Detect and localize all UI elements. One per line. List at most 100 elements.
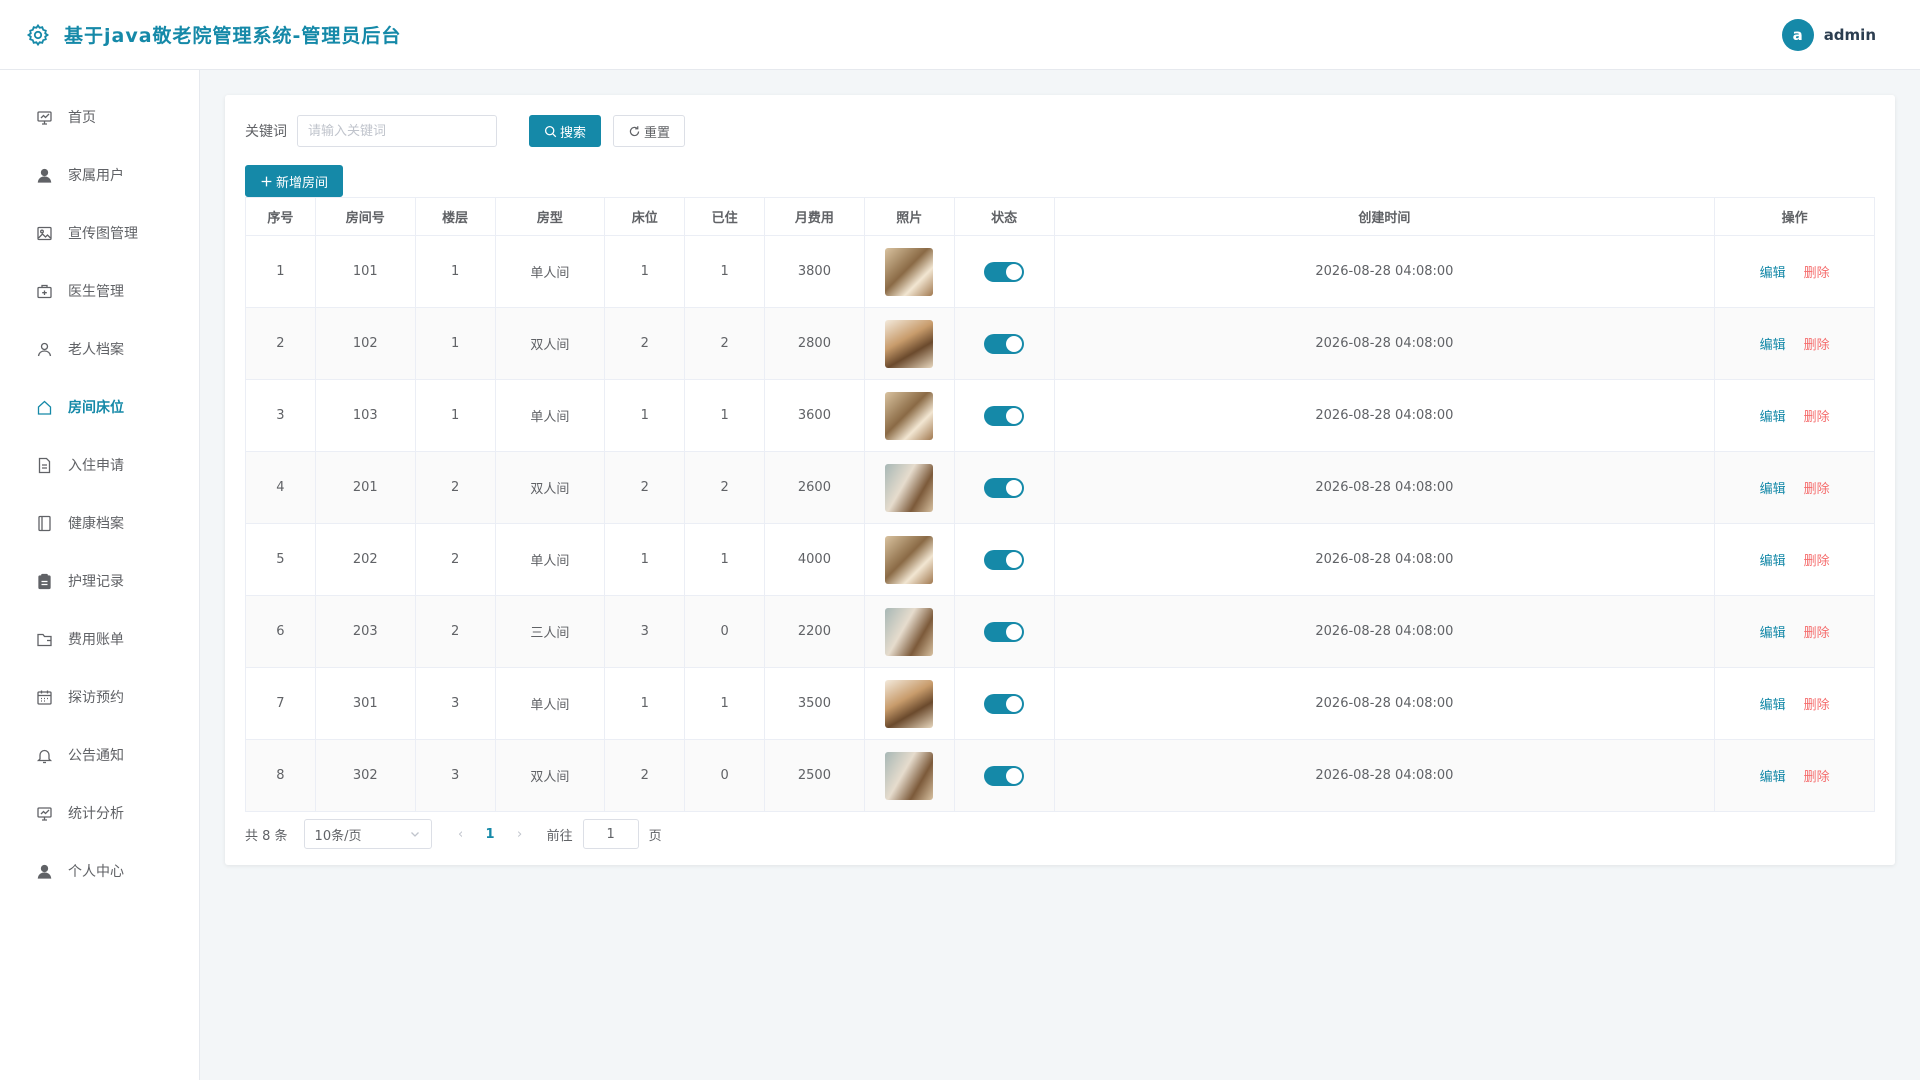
status-toggle[interactable] xyxy=(984,333,1025,354)
status-toggle[interactable] xyxy=(984,549,1025,570)
cell-type: 双人间 xyxy=(494,307,606,380)
sidebar-item-7[interactable]: 健康档案 xyxy=(0,494,199,552)
document-icon xyxy=(38,457,51,473)
prev-page-icon[interactable]: ‹ xyxy=(456,827,466,842)
reset-button[interactable]: 重置 xyxy=(613,115,686,147)
status-toggle[interactable] xyxy=(984,765,1025,786)
edit-button[interactable]: 编辑 xyxy=(1760,482,1786,497)
cell-status xyxy=(953,235,1055,308)
status-toggle[interactable] xyxy=(984,477,1025,498)
delete-button[interactable]: 删除 xyxy=(1804,338,1830,353)
edit-button[interactable]: 编辑 xyxy=(1760,698,1786,713)
cell-actions: 编辑 删除 xyxy=(1714,235,1875,308)
cell-fee: 2600 xyxy=(764,451,865,524)
delete-button[interactable]: 删除 xyxy=(1804,266,1830,281)
delete-button[interactable]: 删除 xyxy=(1804,770,1830,785)
cell-room: 103 xyxy=(314,379,416,452)
delete-button[interactable]: 删除 xyxy=(1804,626,1830,641)
edit-button[interactable]: 编辑 xyxy=(1760,554,1786,569)
sidebar-item-6[interactable]: 入住申请 xyxy=(0,436,199,494)
edit-button[interactable]: 编辑 xyxy=(1760,266,1786,281)
status-toggle[interactable] xyxy=(984,261,1025,282)
keyword-input[interactable] xyxy=(297,115,497,147)
table-header: 序号 房间号 楼层 房型 床位 已住 月费用 照片 状态 创建时间 操作 xyxy=(245,197,1875,236)
edit-button[interactable]: 编辑 xyxy=(1760,626,1786,641)
chevron-down-icon xyxy=(410,832,419,837)
avatar[interactable]: a xyxy=(1781,18,1814,51)
status-toggle[interactable] xyxy=(984,621,1025,642)
sidebar-item-5[interactable]: 房间床位 xyxy=(0,378,199,436)
room-photo[interactable] xyxy=(885,607,934,656)
room-photo[interactable] xyxy=(885,247,934,296)
cell-fee: 2500 xyxy=(764,739,865,812)
jump-page-input[interactable] xyxy=(582,819,639,849)
notebook-icon xyxy=(38,515,51,531)
sidebar-item-12[interactable]: 统计分析 xyxy=(0,784,199,842)
table-body: 1 101 1 单人间 1 1 3800 2026-08-28 04:08:00 编辑 删除 2 10… xyxy=(245,235,1875,812)
table-row: 4 201 2 双人间 2 2 2600 2026-08-28 04:08:00 编辑 删除 xyxy=(245,451,1875,524)
room-photo[interactable] xyxy=(885,751,934,800)
search-button-label: 搜索 xyxy=(560,125,587,141)
cell-room: 101 xyxy=(314,235,416,308)
status-toggle[interactable] xyxy=(984,405,1025,426)
sidebar-item-0[interactable]: 首页 xyxy=(0,88,199,146)
room-photo[interactable] xyxy=(885,391,934,440)
room-photo[interactable] xyxy=(885,679,934,728)
cell-floor: 2 xyxy=(414,595,496,668)
status-toggle[interactable] xyxy=(984,693,1025,714)
column-header: 已住 xyxy=(684,197,765,236)
sidebar-item-13[interactable]: 个人中心 xyxy=(0,842,199,900)
edit-button[interactable]: 编辑 xyxy=(1760,338,1786,353)
cell-actions: 编辑 删除 xyxy=(1714,451,1875,524)
user-icon xyxy=(37,864,52,879)
column-header: 月费用 xyxy=(764,197,865,236)
sidebar-item-10[interactable]: 探访预约 xyxy=(0,668,199,726)
delete-button[interactable]: 删除 xyxy=(1804,482,1830,497)
room-photo[interactable] xyxy=(885,319,934,368)
room-photo[interactable] xyxy=(885,535,934,584)
sidebar-item-4[interactable]: 老人档案 xyxy=(0,320,199,378)
column-header: 操作 xyxy=(1714,197,1875,236)
brand: 基于java敬老院管理系统-管理员后台 xyxy=(26,21,401,48)
cell-created: 2026-08-28 04:08:00 xyxy=(1053,739,1716,812)
sidebar-item-3[interactable]: 医生管理 xyxy=(0,262,199,320)
cell-occupied: 1 xyxy=(684,235,765,308)
column-header: 床位 xyxy=(604,197,686,236)
delete-button[interactable]: 删除 xyxy=(1804,410,1830,425)
cell-actions: 编辑 删除 xyxy=(1714,379,1875,452)
room-photo[interactable] xyxy=(885,463,934,512)
page-size-select[interactable]: 10条/页 xyxy=(303,819,432,849)
cell-index: 6 xyxy=(245,595,316,668)
cell-fee: 2200 xyxy=(764,595,865,668)
edit-button[interactable]: 编辑 xyxy=(1760,410,1786,425)
sidebar-item-label: 家属用户 xyxy=(68,168,124,184)
sidebar-item-2[interactable]: 宣传图管理 xyxy=(0,204,199,262)
cell-room: 302 xyxy=(314,739,416,812)
column-header: 楼层 xyxy=(414,197,496,236)
delete-button[interactable]: 删除 xyxy=(1804,554,1830,569)
sidebar-item-8[interactable]: 护理记录 xyxy=(0,552,199,610)
page-number[interactable]: 1 xyxy=(486,827,495,842)
user-menu[interactable]: a admin xyxy=(1781,18,1876,51)
cell-type: 双人间 xyxy=(494,451,606,524)
sidebar-item-9[interactable]: 费用账单 xyxy=(0,610,199,668)
cell-occupied: 1 xyxy=(684,667,765,740)
add-room-button[interactable]: 新增房间 xyxy=(245,165,344,197)
column-header: 房间号 xyxy=(314,197,416,236)
edit-button[interactable]: 编辑 xyxy=(1760,770,1786,785)
pagination: 共 8 条 10条/页 ‹ 1 › 前往 页 xyxy=(245,818,1875,850)
delete-button[interactable]: 删除 xyxy=(1804,698,1830,713)
sidebar-item-label: 房间床位 xyxy=(68,400,124,416)
username[interactable]: admin xyxy=(1824,26,1876,44)
sidebar-item-11[interactable]: 公告通知 xyxy=(0,726,199,784)
cell-created: 2026-08-28 04:08:00 xyxy=(1053,595,1716,668)
search-button[interactable]: 搜索 xyxy=(529,115,602,147)
next-page-icon[interactable]: › xyxy=(515,827,525,842)
sidebar-item-1[interactable]: 家属用户 xyxy=(0,146,199,204)
cell-actions: 编辑 删除 xyxy=(1714,595,1875,668)
cell-actions: 编辑 删除 xyxy=(1714,523,1875,596)
refresh-icon xyxy=(629,125,640,136)
search-icon xyxy=(544,125,557,137)
table-row: 1 101 1 单人间 1 1 3800 2026-08-28 04:08:00 编辑 删除 xyxy=(245,235,1875,308)
cell-index: 3 xyxy=(245,379,316,452)
